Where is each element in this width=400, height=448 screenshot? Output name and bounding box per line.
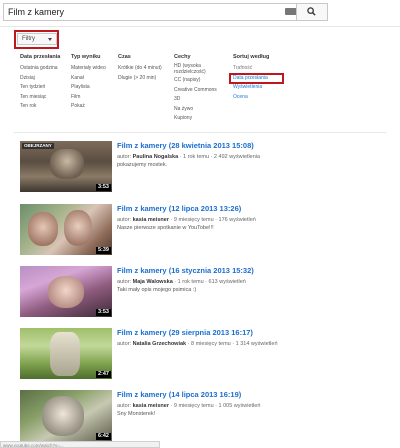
author-prefix: autor:: [117, 217, 132, 223]
video-duration: 2:47: [95, 371, 111, 378]
video-stats: · 1 rok temu · 613 wyświetleń: [174, 279, 246, 285]
search-input-value: Film z kamery: [8, 7, 64, 17]
video-title[interactable]: Film z kamery (14 lipca 2013 16:19): [117, 390, 387, 400]
filter-option[interactable]: HD (wysoka rozdzielczość): [174, 63, 224, 76]
author-link[interactable]: kasia meisner: [133, 403, 169, 409]
video-thumbnail[interactable]: 6:42: [20, 390, 112, 441]
filter-header: Czas: [118, 54, 131, 60]
video-meta: autor: Maja Walowska · 1 rok temu · 613 …: [117, 278, 387, 286]
video-meta: autor: Paulina Nogalska · 1 rok temu · 2…: [117, 153, 387, 161]
video-meta: autor: Natalia Grzechowiak · 8 miesięcy …: [117, 340, 387, 348]
highlight-filters-button: [14, 30, 59, 49]
filter-option[interactable]: Długie (> 20 min): [118, 74, 162, 84]
author-link[interactable]: Natalia Grzechowiak: [133, 341, 187, 347]
filter-header: Sortuj według: [233, 54, 270, 60]
search-button[interactable]: [296, 3, 328, 21]
video-duration: 5:39: [95, 247, 111, 254]
video-title[interactable]: Film z kamery (16 stycznia 2013 15:32): [117, 266, 387, 276]
filter-option[interactable]: CC (napisy): [174, 76, 224, 86]
filter-option[interactable]: Krótkie (do 4 minut): [118, 64, 162, 74]
filter-header: Data przesłania: [20, 54, 61, 60]
author-link[interactable]: kasia meisner: [133, 217, 169, 223]
author-prefix: autor:: [117, 154, 132, 160]
filter-option[interactable]: Kupiony: [174, 114, 224, 124]
filter-option[interactable]: Pokaż: [71, 102, 106, 112]
author-link[interactable]: Paulina Nogalska: [133, 154, 179, 160]
author-prefix: autor:: [117, 341, 132, 347]
video-description: pokazujemy mostek.: [117, 162, 168, 168]
video-duration: 3:53: [95, 184, 111, 191]
video-description: Sny Monsterek!: [117, 411, 156, 417]
author-link[interactable]: Maja Walowska: [133, 279, 173, 285]
filter-column-features: Cechy HD (wysoka rozdzielczość) CC (napi…: [174, 54, 224, 124]
watched-badge: OBEJRZANY: [22, 143, 54, 149]
filter-column-duration: Czas Krótkie (do 4 minut) Długie (> 20 m…: [118, 54, 162, 83]
video-thumbnail[interactable]: OBEJRZANY 3:53: [20, 141, 112, 192]
video-thumbnail[interactable]: 2:47: [20, 328, 112, 379]
video-duration: 6:42: [95, 433, 111, 440]
filter-option[interactable]: 3D: [174, 95, 224, 105]
filter-header: Cechy: [174, 54, 191, 60]
author-prefix: autor:: [117, 403, 132, 409]
video-title[interactable]: Film z kamery (28 kwietnia 2013 15:08): [117, 141, 387, 151]
filter-option[interactable]: Film: [71, 93, 106, 103]
header-divider: [0, 26, 400, 27]
video-stats: · 9 miesięcy temu · 176 wyświetleń: [170, 217, 256, 223]
top-search-bar: Film z kamery: [0, 0, 400, 24]
result-row[interactable]: OBEJRZANY 3:53 Film z kamery (28 kwietni…: [20, 141, 390, 196]
filter-column-upload-date: Data przesłania Ostatnia godzina Dzisiaj…: [20, 54, 60, 112]
video-stats: · 9 miesięcy temu · 1 005 wyświetleń: [170, 403, 261, 409]
highlight-sort-upload-date: [229, 73, 284, 84]
video-description: Taki mały opis mojego psimica :): [117, 287, 197, 293]
video-thumbnail[interactable]: 5:39: [20, 204, 112, 255]
result-row[interactable]: 3:53 Film z kamery (16 stycznia 2013 15:…: [20, 266, 390, 321]
video-title[interactable]: Film z kamery (29 sierpnia 2013 16:17): [117, 328, 387, 338]
filter-option[interactable]: Kanał: [71, 74, 106, 84]
video-thumbnail[interactable]: 3:53: [20, 266, 112, 317]
author-prefix: autor:: [117, 279, 132, 285]
filter-option[interactable]: Materiały wideo: [71, 64, 106, 74]
video-stats: · 8 miesięcy temu · 1 314 wyświetleń: [187, 341, 278, 347]
video-meta: autor: kasia meisner · 9 miesięcy temu ·…: [117, 402, 387, 410]
search-icon: [307, 7, 316, 16]
filter-option[interactable]: Ten miesiąc: [20, 93, 60, 103]
filters-divider: [14, 132, 386, 133]
filter-option[interactable]: Ten rok: [20, 102, 60, 112]
filter-option[interactable]: Na żywo: [174, 105, 224, 115]
result-row[interactable]: 2:47 Film z kamery (29 sierpnia 2013 16:…: [20, 328, 390, 383]
result-row[interactable]: 5:39 Film z kamery (12 lipca 2013 13:26)…: [20, 204, 390, 259]
video-description: Nasze pierwsze spotkanie w YouTobe!!!: [117, 225, 214, 231]
video-title[interactable]: Film z kamery (12 lipca 2013 13:26): [117, 204, 387, 214]
filter-option[interactable]: Ostatnia godzina: [20, 64, 60, 74]
filter-option[interactable]: Ten tydzień: [20, 83, 60, 93]
filter-option[interactable]: Dzisiaj: [20, 74, 60, 84]
search-input[interactable]: Film z kamery: [3, 3, 304, 21]
result-row[interactable]: 6:42 Film z kamery (14 lipca 2013 16:19)…: [20, 390, 390, 445]
video-duration: 3:53: [95, 309, 111, 316]
video-stats: · 1 rok temu · 2 492 wyświetlenia: [179, 154, 261, 160]
video-meta: autor: kasia meisner · 9 miesięcy temu ·…: [117, 216, 387, 224]
sort-option[interactable]: Ocena: [233, 93, 269, 103]
browser-status-bar: www.youtube.com/watch?v=...: [0, 441, 160, 448]
filter-column-result-type: Typ wyniku Materiały wideo Kanał Playlis…: [71, 54, 106, 112]
filter-header: Typ wyniku: [71, 54, 101, 60]
filter-option[interactable]: Creative Commons: [174, 86, 224, 96]
filter-option[interactable]: Playlista: [71, 83, 106, 93]
sort-option[interactable]: Wyświetlenia: [233, 83, 269, 93]
